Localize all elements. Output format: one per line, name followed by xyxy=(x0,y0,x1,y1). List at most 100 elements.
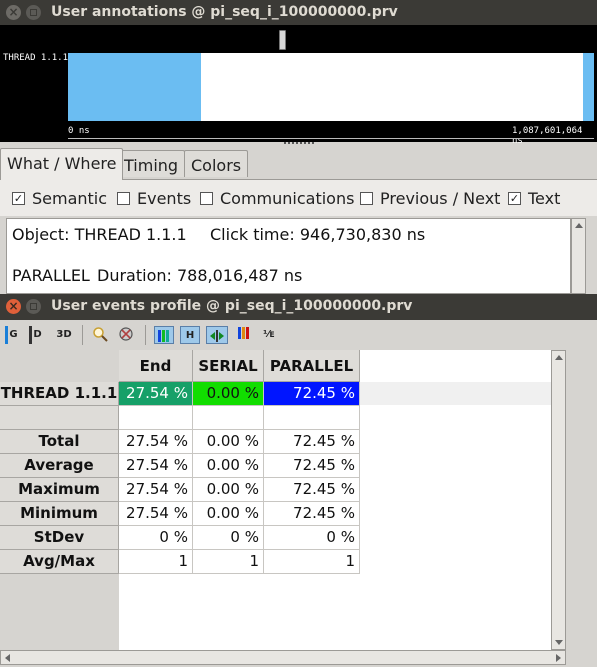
object-text: Object: THREAD 1.1.1 xyxy=(12,225,187,244)
info-scrollbar[interactable] xyxy=(571,218,586,294)
table-cell-empty xyxy=(193,406,264,430)
what-where-text: Object: THREAD 1.1.1 Click time: 946,730… xyxy=(6,218,571,294)
timeline-axis-end: 1,087,601,064 ns xyxy=(512,126,583,146)
column-header[interactable]: End xyxy=(119,350,193,382)
option-label: Communications xyxy=(220,189,355,208)
swap-icon[interactable] xyxy=(236,326,252,344)
option-text[interactable]: ✓ Text xyxy=(508,189,560,208)
option-label: Text xyxy=(528,189,561,208)
what-where-options: ✓ Semantic Events Communications Previou… xyxy=(0,180,597,216)
tab-colors[interactable]: Colors xyxy=(184,150,249,177)
table-vertical-scrollbar[interactable] xyxy=(551,350,566,650)
window-title: User events profile @ pi_seq_i_100000000… xyxy=(51,298,413,314)
option-label: Events xyxy=(137,189,192,208)
timeline-state-segment xyxy=(583,53,594,121)
events-checkbox[interactable] xyxy=(117,192,130,205)
table-horizontal-scrollbar[interactable] xyxy=(0,650,566,665)
table-cell[interactable]: 72.45 % xyxy=(264,478,360,502)
table-cell-empty xyxy=(119,406,193,430)
scroll-left-icon[interactable] xyxy=(5,654,10,662)
table-cell[interactable]: 1 xyxy=(193,550,264,574)
close-icon[interactable]: × xyxy=(6,299,21,314)
row-header-stat[interactable]: StDev xyxy=(0,526,119,550)
column-header[interactable]: SERIAL xyxy=(193,350,264,382)
semantic-checkbox[interactable]: ✓ xyxy=(12,192,25,205)
tab-what-where[interactable]: What / Where xyxy=(0,148,124,180)
toolbar-separator xyxy=(82,325,83,345)
info-tabs: What / Where Timing Colors xyxy=(0,147,597,180)
table-cell[interactable]: 27.54 % xyxy=(119,502,193,526)
profile-table[interactable]: End SERIAL PARALLEL THREAD 1.1.1 27.54 % 0.00… xyxy=(0,350,551,650)
option-previous-next[interactable]: Previous / Next xyxy=(360,189,500,208)
3d-view-icon[interactable]: 3D xyxy=(54,326,74,344)
row-header-thread[interactable]: THREAD 1.1.1 xyxy=(0,382,119,406)
timeline-axis-start: 0 ns xyxy=(68,126,90,136)
row-header-stat[interactable]: Maximum xyxy=(0,478,119,502)
row-header-stat[interactable]: Total xyxy=(0,430,119,454)
table-cell[interactable]: 0 % xyxy=(193,526,264,550)
tab-timing[interactable]: Timing xyxy=(117,150,186,177)
row-header-empty[interactable] xyxy=(0,406,119,430)
scroll-down-icon[interactable] xyxy=(555,640,563,645)
table-cell[interactable]: 0.00 % xyxy=(193,478,264,502)
scroll-up-icon[interactable] xyxy=(555,355,563,360)
minimize-icon[interactable] xyxy=(26,5,41,20)
gradient-view-icon[interactable]: G xyxy=(5,326,19,344)
click-time-text: Click time: 946,730,830 ns xyxy=(210,225,426,244)
scroll-right-icon[interactable] xyxy=(556,654,561,662)
row-header-stat[interactable]: Avg/Max xyxy=(0,550,119,574)
timeline-view[interactable]: THREAD 1.1.1 0 ns 1,087,601,064 ns xyxy=(0,25,597,146)
communications-checkbox[interactable] xyxy=(200,192,213,205)
table-cell[interactable]: 27.54 % xyxy=(119,382,193,406)
table-cell[interactable]: 27.54 % xyxy=(119,430,193,454)
timeline-plot-area[interactable] xyxy=(68,53,594,121)
timeline-thread-label: THREAD 1.1.1 xyxy=(3,53,69,63)
option-semantic[interactable]: ✓ Semantic xyxy=(12,189,107,208)
option-label: Semantic xyxy=(32,189,108,208)
color-mode-icon[interactable] xyxy=(154,326,174,344)
close-icon[interactable]: × xyxy=(6,5,21,20)
option-communications[interactable]: Communications xyxy=(200,189,354,208)
minimize-icon[interactable] xyxy=(26,299,41,314)
annotations-titlebar: × User annotations @ pi_seq_i_100000000.… xyxy=(0,0,597,25)
table-cell[interactable]: 0.00 % xyxy=(193,430,264,454)
table-cell[interactable]: 0 % xyxy=(264,526,360,550)
timeline-axis-line xyxy=(68,138,594,139)
profile-toolbar: G D 3D H ⅟ᴇ xyxy=(0,320,597,350)
toolbar-separator xyxy=(145,325,146,345)
timeline-state-segment xyxy=(68,53,201,121)
state-text: PARALLEL xyxy=(12,266,90,285)
table-cell[interactable]: 72.45 % xyxy=(264,430,360,454)
semantic-sort-icon[interactable]: ⅟ᴇ xyxy=(260,326,278,344)
pane-resize-grip[interactable] xyxy=(284,142,314,145)
duration-text: Duration: 788,016,487 ns xyxy=(97,266,303,285)
column-header[interactable]: PARALLEL xyxy=(264,350,360,382)
table-cell[interactable]: 72.45 % xyxy=(264,502,360,526)
timeline-splitter-handle[interactable] xyxy=(279,30,286,50)
zoom-icon[interactable] xyxy=(92,326,108,344)
table-cell[interactable]: 27.54 % xyxy=(119,454,193,478)
table-cell[interactable]: 0.00 % xyxy=(193,382,264,406)
table-cell-empty xyxy=(264,406,360,430)
table-cell[interactable]: 1 xyxy=(264,550,360,574)
previous-next-checkbox[interactable] xyxy=(360,192,373,205)
table-cell[interactable]: 0 % xyxy=(119,526,193,550)
row-header-stat[interactable]: Average xyxy=(0,454,119,478)
scroll-up-icon[interactable] xyxy=(575,223,583,228)
horizontal-icon[interactable] xyxy=(206,326,228,344)
text-checkbox[interactable]: ✓ xyxy=(508,192,521,205)
row-header-stat[interactable]: Minimum xyxy=(0,502,119,526)
data-view-icon[interactable]: D xyxy=(29,326,43,344)
table-cell[interactable]: 27.54 % xyxy=(119,478,193,502)
table-cell[interactable]: 1 xyxy=(119,550,193,574)
filter-icon[interactable] xyxy=(118,326,134,344)
table-cell[interactable]: 0.00 % xyxy=(193,502,264,526)
table-cell[interactable]: 0.00 % xyxy=(193,454,264,478)
table-cell[interactable]: 72.45 % xyxy=(264,382,360,406)
profile-titlebar: × User events profile @ pi_seq_i_1000000… xyxy=(0,294,597,320)
table-cell[interactable]: 72.45 % xyxy=(264,454,360,478)
window-title: User annotations @ pi_seq_i_100000000.pr… xyxy=(51,4,398,20)
option-events[interactable]: Events xyxy=(117,189,191,208)
hide-empty-icon[interactable]: H xyxy=(180,326,200,344)
option-label: Previous / Next xyxy=(380,189,501,208)
